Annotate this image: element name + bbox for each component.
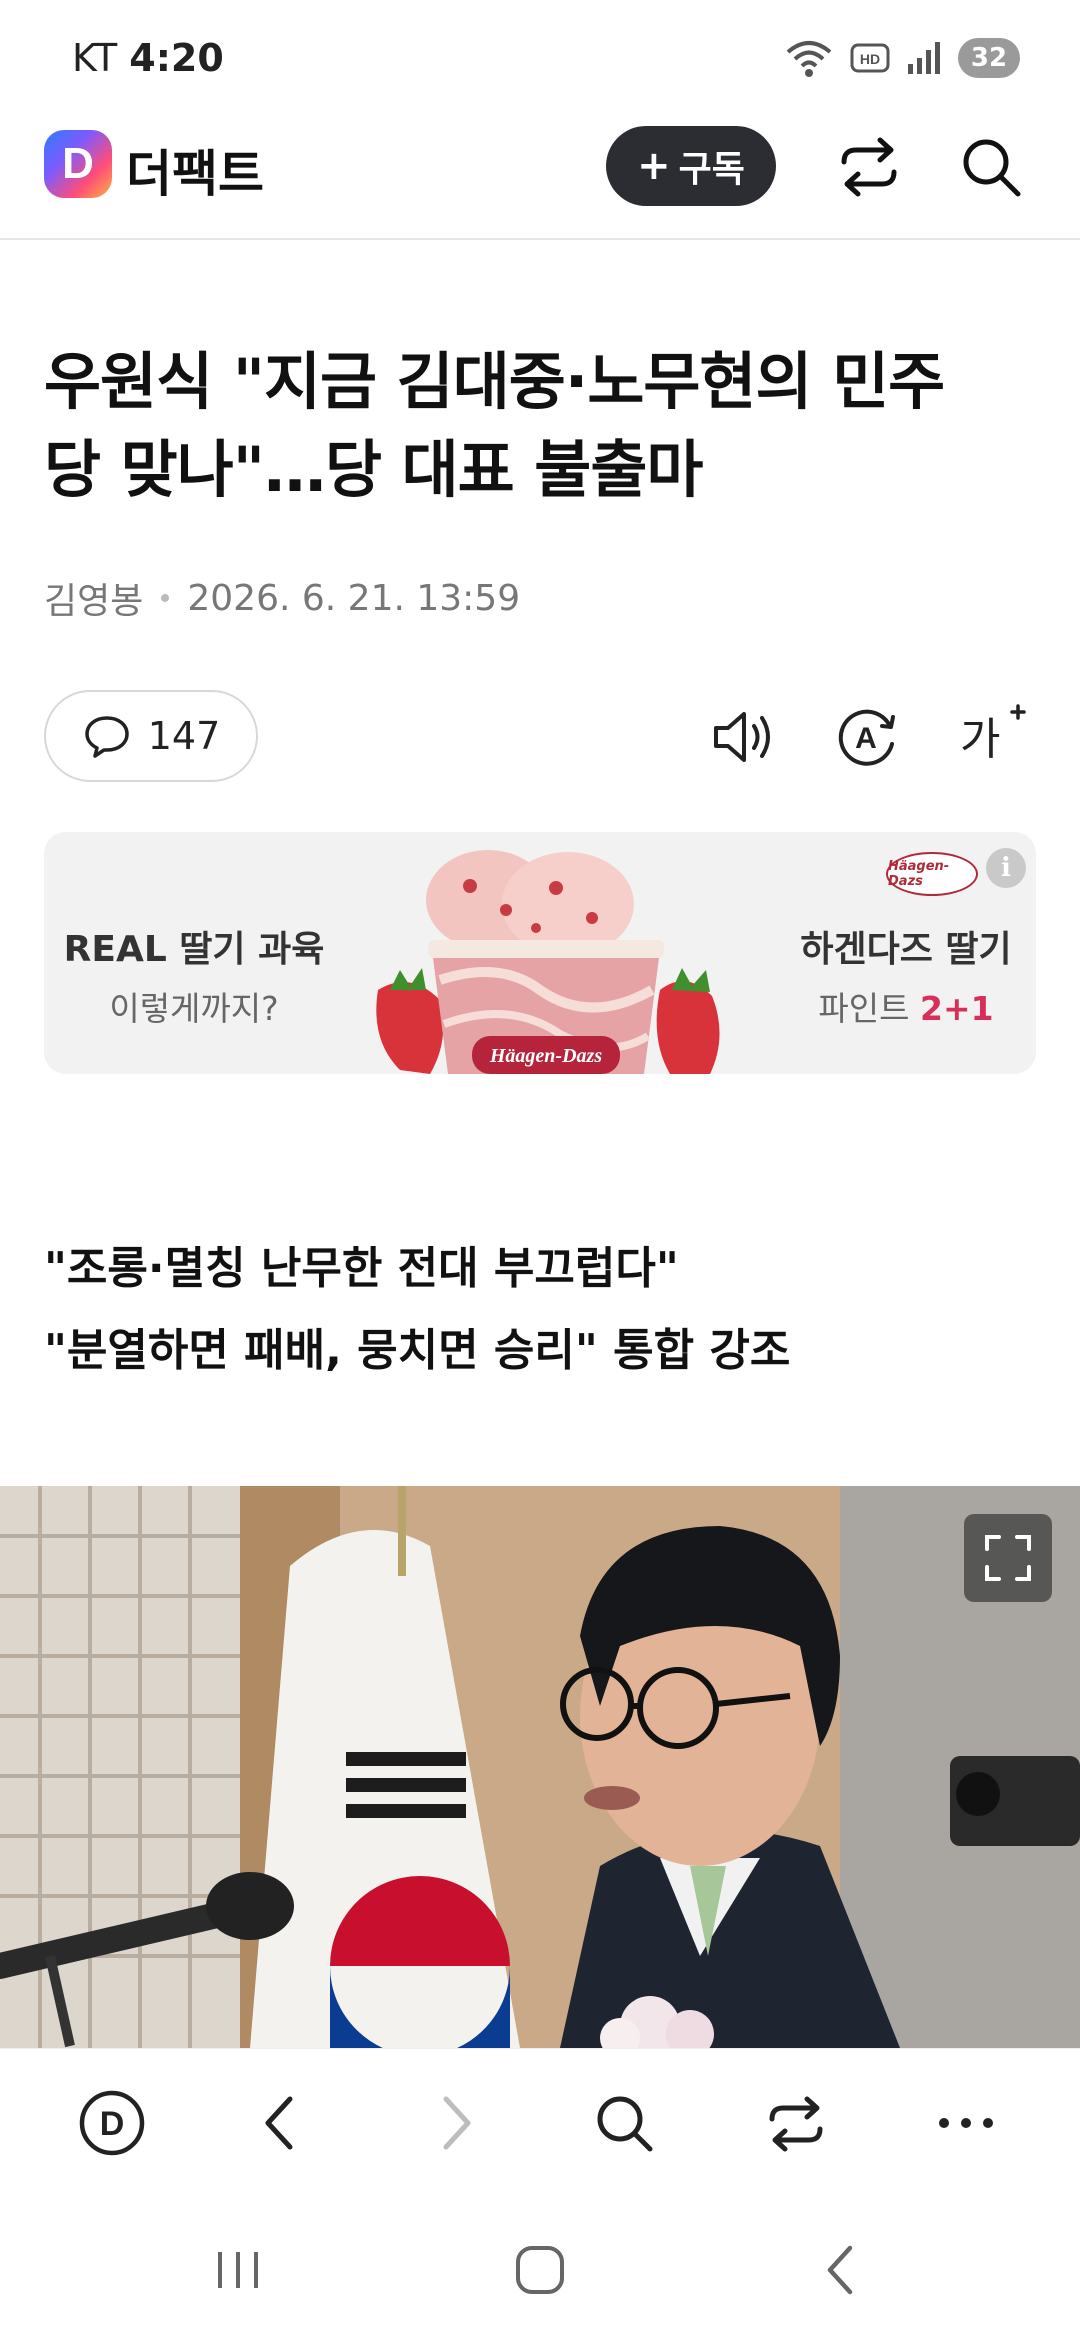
logo-letter: D bbox=[62, 139, 94, 188]
back-arrow-icon[interactable] bbox=[246, 2087, 318, 2159]
publish-datetime: 2026. 6. 21. 13:59 bbox=[187, 577, 521, 619]
ad-banner[interactable]: REAL 딸기 과육 이렇게까지? Häagen-Dazs 하겐다즈 딸기 파인… bbox=[44, 832, 1036, 1074]
ad-brand-logo: Häagen-Dazs bbox=[886, 852, 978, 896]
meta-separator bbox=[161, 594, 170, 602]
time-label: 4:20 bbox=[129, 36, 224, 80]
comment-count: 147 bbox=[147, 714, 221, 758]
share-icon[interactable] bbox=[834, 132, 904, 202]
headline-line: 당 맞나"…당 대표 불출마 bbox=[44, 433, 703, 506]
ad-offer-highlight: 2+1 bbox=[920, 989, 994, 1028]
ad-right-title: 하겐다즈 딸기 bbox=[800, 929, 1012, 970]
ad-left-subtitle: 이렇게까지? bbox=[109, 989, 279, 1028]
home-icon[interactable] bbox=[510, 2240, 570, 2300]
ad-offer-prefix: 파인트 bbox=[818, 989, 920, 1028]
subscribe-label: 구독 bbox=[678, 149, 745, 190]
expand-icon bbox=[985, 1535, 1031, 1581]
browser-toolbar: D bbox=[0, 2048, 1080, 2196]
more-options-icon[interactable] bbox=[930, 2087, 1002, 2159]
ad-left-title: REAL 딸기 과육 bbox=[63, 929, 325, 970]
headline-line: 우원식 "지금 김대중·노무현의 민주 bbox=[44, 345, 945, 418]
system-navigation-bar bbox=[0, 2196, 1080, 2340]
auto-translate-icon[interactable]: A bbox=[832, 702, 902, 772]
speaker-tts-icon[interactable] bbox=[708, 702, 778, 772]
author-name[interactable]: 김영봉 bbox=[44, 572, 143, 624]
comments-button[interactable]: 147 bbox=[44, 690, 258, 782]
subhead-line: "분열하면 패배, 뭉치면 승리" 통합 강조 bbox=[44, 1325, 791, 1376]
search-icon[interactable] bbox=[956, 132, 1026, 202]
signal-icon bbox=[908, 42, 940, 74]
font-size-icon[interactable]: 가 bbox=[958, 702, 1028, 772]
article-subhead: "조롱·멸칭 난무한 전대 부끄럽다" "분열하면 패배, 뭉치면 승리" 통합… bbox=[44, 1228, 1044, 1392]
status-carrier-time: KT 4:20 bbox=[72, 36, 224, 80]
ad-right-copy: 하겐다즈 딸기 파인트 2+1 bbox=[776, 920, 1036, 1030]
svg-text:D: D bbox=[100, 2105, 125, 2143]
plus-icon: + bbox=[637, 143, 671, 189]
app-header: D 더팩트 + 구독 bbox=[0, 118, 1080, 240]
article-headline: 우원식 "지금 김대중·노무현의 민주 당 맞나"…당 대표 불출마 bbox=[44, 338, 1044, 514]
ad-info-icon[interactable]: i bbox=[986, 848, 1026, 888]
share-icon[interactable] bbox=[760, 2087, 832, 2159]
subscribe-button[interactable]: + 구독 bbox=[606, 126, 776, 206]
wifi-icon bbox=[786, 41, 832, 77]
battery-indicator: 32 bbox=[958, 38, 1020, 78]
svg-text:HD: HD bbox=[860, 51, 880, 67]
ad-right-subtitle: 파인트 2+1 bbox=[776, 982, 1036, 1030]
status-bar: KT 4:20 HD 32 bbox=[0, 0, 1080, 118]
logo-text[interactable]: 더팩트 bbox=[126, 134, 264, 206]
status-icons: HD 32 bbox=[784, 36, 1020, 80]
article-photo-image bbox=[0, 1486, 1080, 2048]
hd-voice-icon: HD bbox=[850, 43, 890, 73]
article-meta: 김영봉 2026. 6. 21. 13:59 bbox=[44, 572, 520, 624]
comment-bubble-icon bbox=[84, 716, 129, 758]
logo-icon[interactable]: D bbox=[44, 130, 112, 198]
article-photo[interactable] bbox=[0, 1486, 1080, 2048]
daum-home-icon[interactable]: D bbox=[76, 2087, 148, 2159]
system-back-icon[interactable] bbox=[812, 2240, 872, 2300]
subhead-line: "조롱·멸칭 난무한 전대 부끄럽다" bbox=[44, 1243, 679, 1294]
fullscreen-button[interactable] bbox=[964, 1514, 1052, 1602]
svg-text:가: 가 bbox=[960, 714, 1000, 765]
product-label: Häagen-Dazs bbox=[489, 1045, 602, 1067]
ad-left-copy: REAL 딸기 과육 이렇게까지? bbox=[44, 920, 344, 1030]
recent-apps-icon[interactable] bbox=[208, 2240, 268, 2300]
forward-arrow-icon[interactable] bbox=[418, 2087, 490, 2159]
search-icon[interactable] bbox=[588, 2087, 660, 2159]
svg-text:A: A bbox=[855, 722, 877, 755]
ice-cream-product-image: Häagen-Dazs bbox=[376, 850, 720, 1074]
carrier-label: KT bbox=[72, 36, 118, 80]
